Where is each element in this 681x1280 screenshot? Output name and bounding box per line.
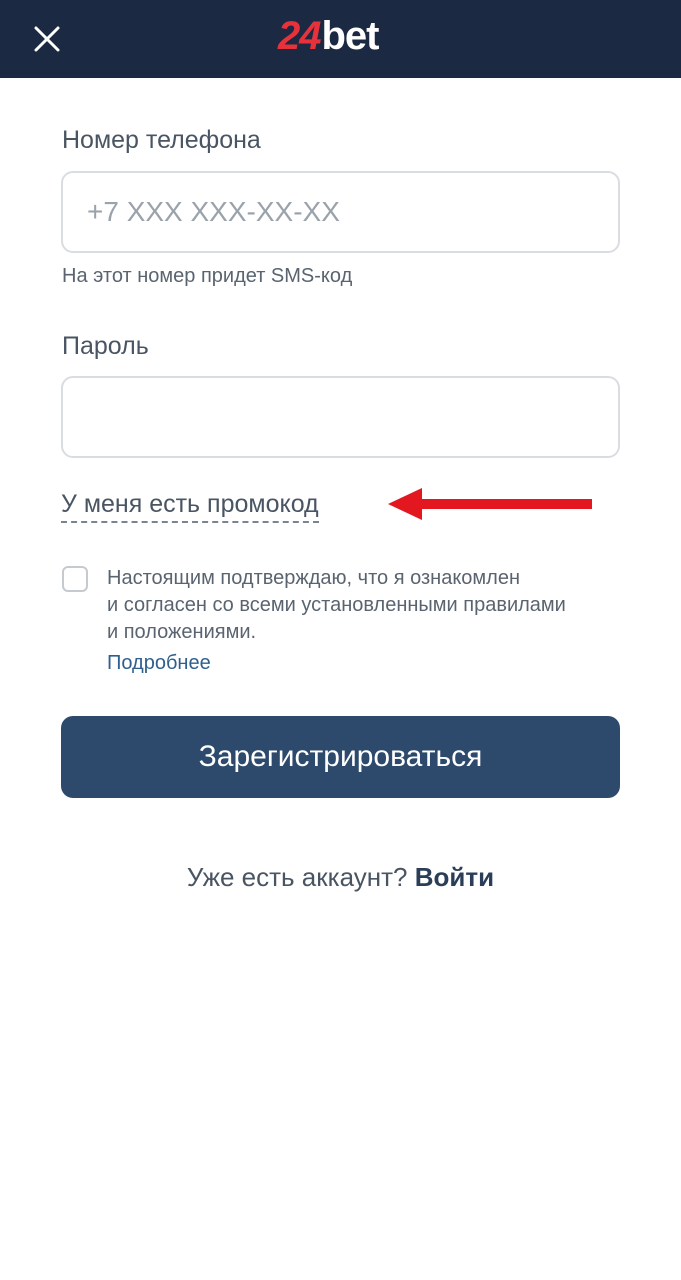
password-input[interactable]: [63, 378, 618, 456]
phone-hint: На этот номер придет SMS-код: [62, 265, 353, 287]
brand-logo: 24 bet: [278, 14, 380, 62]
login-prompt-row: Уже есть аккаунт? Войти: [0, 862, 681, 893]
terms-text: Настоящим подтверждаю, что я ознакомлен …: [107, 565, 637, 646]
login-prompt: Уже есть аккаунт?: [186, 862, 408, 892]
phone-label: Номер телефона: [62, 126, 261, 154]
phone-input[interactable]: [63, 173, 618, 251]
terms-line-1: Настоящим подтверждаю, что я ознакомлен: [107, 567, 521, 589]
close-button[interactable]: [26, 18, 68, 60]
promo-code-link[interactable]: У меня есть промокод: [61, 490, 319, 523]
logo-word: bet: [321, 14, 380, 58]
logo-number: 24: [278, 14, 321, 58]
app-header: 24 bet: [0, 0, 681, 78]
terms-more-link[interactable]: Подробнее: [107, 652, 211, 675]
register-button[interactable]: Зарегистрироваться: [61, 716, 620, 798]
password-field-box: [61, 376, 620, 458]
login-link[interactable]: Войти: [415, 862, 494, 892]
password-label: Пароль: [62, 332, 149, 360]
terms-line-3: и положениями.: [107, 621, 257, 643]
close-icon: [34, 26, 60, 52]
terms-line-2: и согласен со всеми установленными прави…: [107, 594, 566, 616]
terms-checkbox[interactable]: [62, 566, 88, 592]
red-arrow-annotation: [388, 488, 592, 520]
phone-field-box: [61, 171, 620, 253]
